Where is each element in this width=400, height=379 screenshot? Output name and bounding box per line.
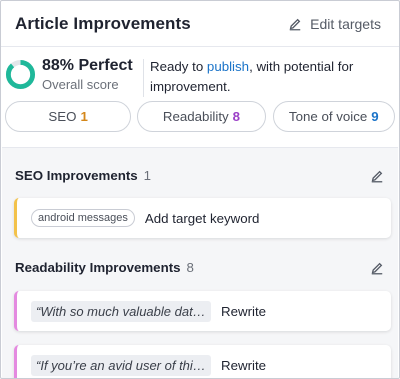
rewrite-action: Rewrite (221, 303, 267, 319)
overall-score: 88% Perfect Overall score (42, 57, 142, 101)
readability-improvement-card[interactable]: “If you’re an avid user of thi… Rewrite (14, 345, 391, 378)
score-percent: 88% Perfect (42, 57, 133, 74)
score-label: Overall score (42, 77, 119, 92)
article-improvements-panel: Article Improvements Edit targets 88% Pe… (0, 0, 400, 379)
pill-readability[interactable]: Readability 8 (137, 101, 266, 132)
page-title: Article Improvements (15, 13, 191, 33)
seo-section-title: SEO Improvements (15, 168, 138, 183)
seo-section-title-wrap: SEO Improvements 1 (15, 167, 151, 185)
card-action: Add target keyword (144, 210, 260, 226)
score-ring-icon (5, 59, 36, 90)
pill-tone-of-voice[interactable]: Tone of voice 9 (272, 101, 395, 132)
edit-targets-button[interactable]: Edit targets (288, 16, 381, 32)
ready-prefix: Ready to (150, 59, 207, 74)
readability-section-title-wrap: Readability Improvements 8 (15, 259, 194, 277)
readability-improvement-card[interactable]: “With so much valuable dat… Rewrite (14, 291, 391, 331)
seo-improvement-card[interactable]: android messages Add target keyword (14, 198, 391, 238)
pill-seo-label: SEO (48, 109, 77, 124)
pill-tone-label: Tone of voice (288, 109, 368, 124)
publish-link[interactable]: publish (207, 59, 249, 74)
ready-message: Ready to publish, with potential for imp… (150, 57, 386, 101)
sentence-quote: “If you’re an avid user of thi… (31, 354, 211, 376)
panel-header: Article Improvements Edit targets (1, 1, 399, 47)
pencil-icon (289, 18, 301, 30)
sentence-quote: “With so much valuable dat… (31, 300, 211, 322)
pill-readability-label: Readability (162, 109, 229, 124)
pill-seo-count: 1 (80, 109, 88, 124)
divider (143, 59, 144, 97)
pill-tone-count: 9 (371, 109, 379, 124)
edit-seo-pencil-icon[interactable] (370, 169, 384, 183)
improvements-list: SEO Improvements 1 android messages Add t… (2, 147, 398, 378)
rewrite-action: Rewrite (221, 357, 267, 373)
readability-section-header: Readability Improvements 8 (2, 258, 398, 278)
score-summary: 88% Perfect Overall score Ready to publi… (1, 47, 399, 101)
readability-section-title: Readability Improvements (15, 260, 181, 275)
readability-section-count: 8 (186, 260, 194, 275)
pill-readability-count: 8 (232, 109, 241, 124)
seo-section-count: 1 (143, 168, 152, 183)
seo-section-header: SEO Improvements 1 (2, 166, 398, 186)
edit-readability-pencil-icon[interactable] (370, 261, 384, 275)
pill-seo[interactable]: SEO 1 (5, 101, 132, 132)
keyword-chip: android messages (31, 209, 135, 227)
edit-targets-label: Edit targets (310, 15, 381, 32)
category-pills: SEO 1 Readability 8 Tone of voice 9 (1, 101, 399, 132)
